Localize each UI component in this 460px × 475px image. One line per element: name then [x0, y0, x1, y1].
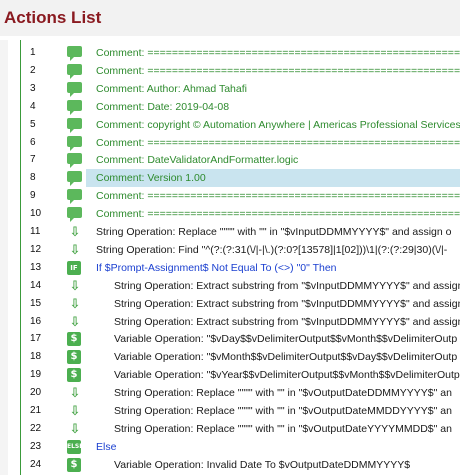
actions-list[interactable]: 1 Comment: ==============================…: [0, 36, 460, 475]
action-row[interactable]: 22 ⇩ String Operation: Replace """" with "…: [0, 420, 460, 438]
action-row[interactable]: 2 Comment: ==============================…: [0, 62, 460, 80]
action-text: Comment: ===============================…: [96, 47, 460, 59]
action-row[interactable]: 15 ⇩ String Operation: Extract substring f…: [0, 295, 460, 313]
action-text: Comment: ===============================…: [96, 208, 460, 221]
line-number: 18: [30, 351, 42, 363]
action-text: Comment: ===============================…: [96, 136, 460, 149]
action-row[interactable]: 19 $ Variable Operation: "$vYear$$vDelimit…: [0, 366, 460, 384]
line-number: 21: [30, 405, 42, 416]
line-number: 8: [30, 172, 36, 184]
line-number: 24: [30, 458, 42, 470]
line-number: 23: [30, 440, 42, 452]
line-number: 17: [30, 333, 42, 345]
action-text: Variable Operation: "$vDay$$vDelimiterOu…: [114, 333, 458, 346]
comment-icon: [67, 117, 83, 133]
action-text: If $Prompt-Assignment$ Not Equal To (<>)…: [96, 261, 337, 274]
action-row[interactable]: 17 $ Variable Operation: "$vDay$$vDelimite…: [0, 330, 460, 348]
action-row[interactable]: 12 ⇩ String Operation: Find "^(?:(?:31(\/|…: [0, 241, 460, 259]
line-number: 7: [30, 154, 36, 166]
line-number: 2: [30, 64, 36, 76]
variable-operation-icon: $: [67, 350, 83, 365]
string-operation-icon: ⇩: [69, 420, 81, 436]
action-text: String Operation: Extract substring from…: [114, 279, 460, 292]
action-row[interactable]: 18 $ Variable Operation: "$vMonth$$vDelimi…: [0, 348, 460, 366]
action-row[interactable]: 23 ELSE Else: [0, 438, 460, 456]
action-text: Comment: ===============================…: [96, 190, 460, 203]
action-text: String Operation: Replace """" with "" i…: [114, 387, 452, 400]
action-text: Variable Operation: "$vYear$$vDelimiterO…: [114, 369, 460, 382]
line-number: 4: [30, 100, 36, 112]
action-text: Comment: Version 1.00: [96, 172, 206, 185]
comment-icon: [67, 81, 83, 97]
if-condition-icon: IF: [67, 260, 83, 275]
action-text: Comment: copyright © Automation Anywhere…: [96, 118, 460, 131]
comment-icon: [67, 171, 83, 187]
string-operation-icon: ⇩: [69, 277, 81, 293]
action-row[interactable]: 16 ⇩ String Operation: Extract substring f…: [0, 313, 460, 331]
comment-icon: [67, 63, 83, 79]
action-text: String Operation: Extract substring from…: [114, 315, 460, 328]
line-number: 9: [30, 190, 36, 202]
string-operation-icon: ⇩: [69, 295, 81, 311]
comment-icon: [67, 207, 83, 223]
string-operation-icon: ⇩: [69, 385, 81, 401]
action-row[interactable]: 20 ⇩ String Operation: Replace """" with "…: [0, 384, 460, 402]
action-row[interactable]: 3 Comment: Author: Ahmad Tahafi: [0, 80, 460, 98]
action-row[interactable]: 24 $ Variable Operation: Invalid Date To $…: [0, 456, 460, 474]
action-row[interactable]: 5 Comment: copyright © Automation Anywher…: [0, 116, 460, 134]
else-icon: ELSE: [67, 439, 83, 454]
comment-icon: [67, 135, 83, 151]
line-number: 14: [30, 279, 42, 291]
variable-operation-icon: $: [67, 457, 83, 472]
action-text: String Operation: Extract substring from…: [114, 297, 460, 310]
line-number: 1: [30, 47, 36, 58]
line-number: 12: [30, 243, 42, 255]
action-text: String Operation: Replace """" with "" i…: [96, 226, 452, 238]
action-row[interactable]: 11 ⇩ String Operation: Replace """" with "…: [0, 223, 460, 241]
string-operation-icon: ⇩: [69, 241, 81, 257]
action-row[interactable]: 9 Comment: ==============================…: [0, 187, 460, 205]
action-text: Comment: Date: 2019-04-08: [96, 100, 230, 113]
action-text: Comment: DateValidatorAndFormatter.logic: [96, 154, 299, 167]
comment-icon: [67, 153, 83, 169]
line-number: 10: [30, 208, 42, 220]
string-operation-icon: ⇩: [69, 313, 81, 329]
line-number: 3: [30, 82, 36, 94]
action-row[interactable]: 4 Comment: Date: 2019-04-08: [0, 98, 460, 116]
action-text: Variable Operation: "$vMonth$$vDelimiter…: [114, 351, 458, 364]
variable-operation-icon: $: [67, 368, 83, 383]
line-number: 22: [30, 422, 42, 434]
action-text: String Operation: Replace """" with "" i…: [114, 422, 452, 435]
line-number: 20: [30, 387, 42, 399]
comment-icon: [67, 46, 83, 61]
action-row[interactable]: 6 Comment: ==============================…: [0, 134, 460, 152]
comment-icon: [67, 189, 83, 205]
action-row[interactable]: 8 Comment: Version 1.00: [0, 169, 460, 187]
action-text: Else: [96, 440, 117, 453]
line-number: 19: [30, 369, 42, 381]
panel-title: Actions List: [4, 8, 102, 27]
action-row[interactable]: 1 Comment: ==============================…: [0, 44, 460, 62]
action-row[interactable]: 14 ⇩ String Operation: Extract substring f…: [0, 277, 460, 295]
action-text: String Operation: Find "^(?:(?:31(\/|-|\…: [96, 243, 448, 256]
action-text: Comment: Author: Ahmad Tahafi: [96, 82, 247, 95]
action-text: Comment: ===============================…: [96, 64, 460, 77]
action-text: String Operation: Replace """" with "" i…: [114, 405, 452, 417]
comment-icon: [67, 99, 83, 115]
action-text: Variable Operation: Invalid Date To $vOu…: [114, 458, 411, 471]
string-operation-icon: ⇩: [69, 224, 81, 239]
action-row[interactable]: 7 Comment: DateValidatorAndFormatter.logi…: [0, 151, 460, 169]
variable-operation-icon: $: [67, 332, 83, 347]
action-row[interactable]: 21 ⇩ String Operation: Replace """" with "…: [0, 402, 460, 420]
panel-header: Actions List: [0, 0, 460, 36]
line-number: 15: [30, 297, 42, 309]
line-number: 6: [30, 136, 36, 148]
action-row[interactable]: 10 Comment: =============================…: [0, 205, 460, 223]
string-operation-icon: ⇩: [69, 403, 81, 418]
line-number: 5: [30, 118, 36, 130]
action-row[interactable]: 13 IF If $Prompt-Assignment$ Not Equal To …: [0, 259, 460, 277]
line-number: 11: [30, 226, 41, 237]
line-number: 16: [30, 315, 42, 327]
line-number: 13: [30, 261, 42, 273]
